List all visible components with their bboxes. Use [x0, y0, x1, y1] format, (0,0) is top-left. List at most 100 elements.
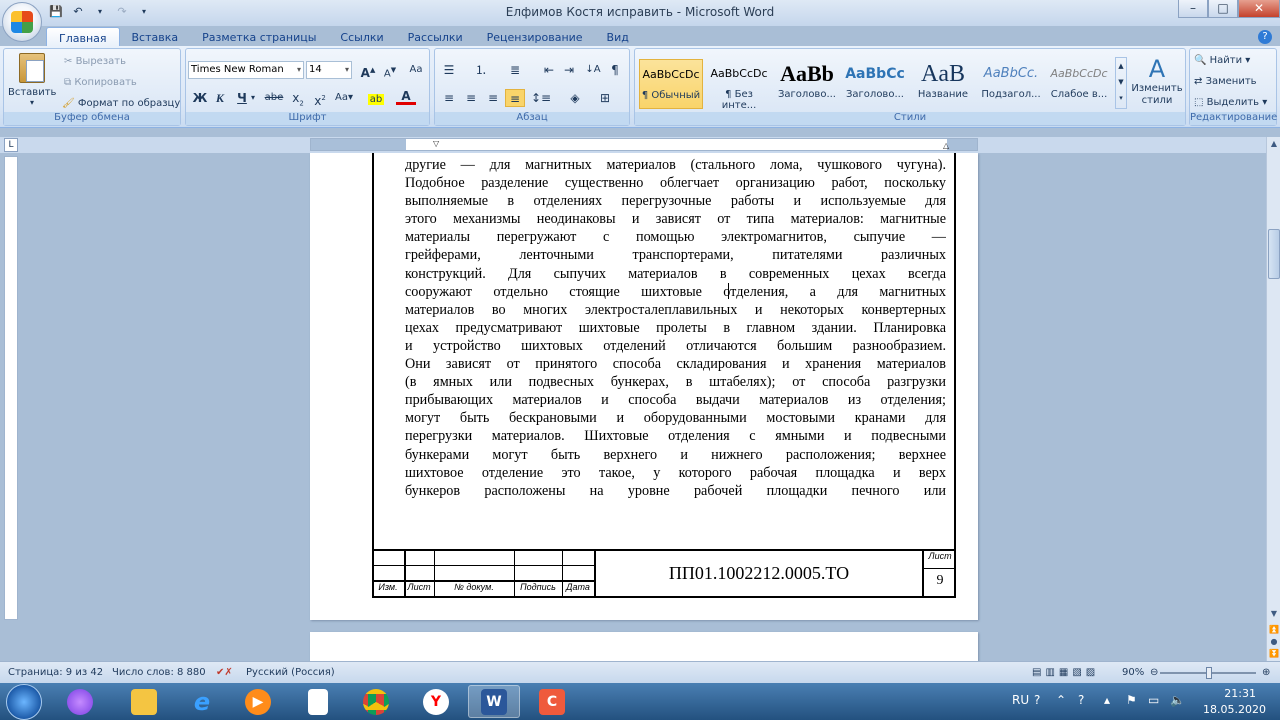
- start-button[interactable]: [6, 684, 42, 720]
- tab-selector[interactable]: L: [4, 138, 18, 152]
- text-line[interactable]: цехах предусматривают шихтовые пролеты в…: [405, 319, 946, 337]
- vertical-scrollbar[interactable]: ▲ ▼ ⏫ ● ⏬: [1266, 137, 1280, 661]
- taskbar-media-player[interactable]: ▶: [232, 685, 284, 718]
- text-line[interactable]: шихтовое отделение это такое, у которого…: [405, 464, 946, 482]
- style-heading1[interactable]: AaBb Заголово...: [775, 59, 839, 109]
- find-button[interactable]: 🔍 Найти ▾: [1194, 55, 1250, 66]
- style-title[interactable]: AaB Название: [911, 59, 975, 109]
- font-size-select[interactable]: 14 ▾: [306, 61, 352, 79]
- page-indicator[interactable]: Страница: 9 из 42: [8, 667, 103, 678]
- style-subtle-emphasis[interactable]: AaBbCcDc Слабое в...: [1047, 59, 1111, 109]
- ruler-right-indent-marker[interactable]: △: [943, 141, 949, 150]
- text-line[interactable]: бункеров расположены на уровне рабочей п…: [405, 482, 946, 500]
- tab-insert[interactable]: Вставка: [120, 27, 191, 47]
- shading-icon[interactable]: ◈: [565, 89, 585, 107]
- styles-scroll[interactable]: ▲ ▼ ▾: [1115, 57, 1127, 109]
- paste-button[interactable]: Вставить ▾: [8, 53, 56, 109]
- close-button[interactable]: ✕: [1238, 0, 1280, 18]
- scroll-down-icon[interactable]: ▼: [1267, 607, 1280, 621]
- network-icon[interactable]: ▭: [1148, 693, 1159, 707]
- style-normal[interactable]: AaBbCcDc ¶ Обычный: [639, 59, 703, 109]
- align-right-icon[interactable]: ≡: [483, 89, 503, 107]
- italic-button[interactable]: К: [210, 89, 230, 107]
- zoom-in-icon[interactable]: ⊕: [1262, 667, 1270, 678]
- taskbar-chrome[interactable]: [350, 685, 402, 718]
- tab-mailings[interactable]: Рассылки: [396, 27, 475, 47]
- taskbar-explorer[interactable]: [118, 685, 170, 718]
- document-area[interactable]: другие — для магнитных материалов (сталь…: [22, 153, 1266, 661]
- text-line[interactable]: бункерами могут быть верхнего и нижнего …: [405, 446, 946, 464]
- text-line[interactable]: могут быть бескрановыми и оборудованными…: [405, 409, 946, 427]
- text-line[interactable]: выполняемые в отделениях перегрузочные р…: [405, 192, 946, 210]
- scroll-thumb[interactable]: [1268, 229, 1280, 279]
- text-line[interactable]: (в ямных или подвесных бункерах, в штабе…: [405, 373, 946, 391]
- text-line[interactable]: материалы перегружают с помощью электром…: [405, 228, 946, 246]
- underline-dropdown-icon[interactable]: ▾: [248, 89, 258, 107]
- ruler-indent-marker[interactable]: ▽: [433, 139, 439, 148]
- next-page-icon[interactable]: ⏬: [1267, 647, 1280, 661]
- taskbar-yandex[interactable]: Y: [410, 685, 462, 718]
- highlight-icon[interactable]: ab: [366, 89, 386, 107]
- zoom-level[interactable]: 90%: [1122, 667, 1144, 678]
- numbering-icon[interactable]: ⒈: [471, 61, 491, 79]
- text-line[interactable]: сооружают отдельно стоящие шихтовые отде…: [405, 283, 946, 301]
- tray-expand-icon[interactable]: ▴: [1104, 693, 1110, 707]
- input-language[interactable]: RU: [1012, 693, 1029, 707]
- text-line[interactable]: грейферами, ленточными транспортерами, п…: [405, 246, 946, 264]
- document-page[interactable]: другие — для магнитных материалов (сталь…: [310, 153, 978, 620]
- expand-tray-icon[interactable]: ⌃: [1056, 693, 1066, 707]
- taskbar-assistant[interactable]: [54, 685, 106, 718]
- tab-home[interactable]: Главная: [46, 27, 120, 47]
- change-styles-button[interactable]: A Изменить стили: [1129, 55, 1185, 107]
- text-line[interactable]: прибывающих материалов и способа выдачи …: [405, 391, 946, 409]
- text-line[interactable]: перегрузки материалов. Шихтовые отделени…: [405, 427, 946, 445]
- zoom-slider-thumb[interactable]: [1206, 667, 1212, 679]
- tab-view[interactable]: Вид: [595, 27, 641, 47]
- font-family-select[interactable]: Times New Roman ▾: [188, 61, 304, 79]
- style-subtitle[interactable]: AaBbCc. Подзагол...: [979, 59, 1043, 109]
- text-line[interactable]: материалов во многих электросталеплавиль…: [405, 301, 946, 319]
- tab-page-layout[interactable]: Разметка страницы: [190, 27, 328, 47]
- spelling-icon[interactable]: ✔✗: [216, 667, 233, 678]
- grow-font-button[interactable]: A▲: [358, 61, 378, 80]
- taskbar-word[interactable]: W: [468, 685, 520, 718]
- zoom-out-icon[interactable]: ⊖: [1150, 667, 1158, 678]
- format-painter-button[interactable]: 🖌 Формат по образцу: [62, 98, 180, 109]
- multilevel-list-icon[interactable]: ≣: [505, 61, 525, 79]
- font-color-icon[interactable]: A: [396, 89, 416, 105]
- tab-review[interactable]: Рецензирование: [475, 27, 595, 47]
- align-left-icon[interactable]: ≡: [439, 89, 459, 107]
- text-line[interactable]: и устройство шихтовых отделений отличают…: [405, 337, 946, 355]
- replace-button[interactable]: ⇄ Заменить: [1194, 76, 1257, 87]
- view-buttons[interactable]: ▤▥▦▧▨: [1032, 667, 1099, 678]
- office-button[interactable]: [2, 2, 42, 42]
- restore-button[interactable]: □: [1208, 0, 1238, 18]
- borders-icon[interactable]: ⊞: [595, 89, 615, 107]
- text-line[interactable]: Подобное разделение существенно облегчае…: [405, 174, 946, 192]
- subscript-button[interactable]: x2: [288, 89, 308, 107]
- decrease-indent-icon[interactable]: ⇤: [539, 61, 559, 79]
- next-page[interactable]: [310, 632, 978, 661]
- body-text[interactable]: другие — для магнитных материалов (сталь…: [405, 156, 946, 500]
- language-indicator[interactable]: Русский (Россия): [246, 667, 335, 678]
- line-spacing-icon[interactable]: ↕≡: [531, 89, 551, 107]
- text-line[interactable]: этого механизмы неодинаковы и зависят от…: [405, 210, 946, 228]
- superscript-button[interactable]: x2: [310, 89, 330, 108]
- clear-formatting-button[interactable]: Aa: [406, 61, 426, 79]
- taskbar-screencast[interactable]: C: [526, 685, 578, 718]
- select-button[interactable]: ⬚ Выделить ▾: [1194, 97, 1267, 108]
- tab-references[interactable]: Ссылки: [328, 27, 395, 47]
- bold-button[interactable]: Ж: [190, 89, 210, 107]
- word-count[interactable]: Число слов: 8 880: [112, 667, 206, 678]
- change-case-button[interactable]: Aa▾: [334, 89, 354, 107]
- volume-icon[interactable]: 🔈: [1170, 693, 1185, 707]
- cut-button[interactable]: ✂ Вырезать: [64, 56, 126, 67]
- strikethrough-button[interactable]: abe: [264, 89, 284, 107]
- shrink-font-button[interactable]: A▼: [380, 61, 400, 79]
- style-no-spacing[interactable]: AaBbCcDc ¶ Без инте...: [707, 59, 771, 111]
- minimize-button[interactable]: –: [1178, 0, 1208, 18]
- increase-indent-icon[interactable]: ⇥: [559, 61, 579, 79]
- horizontal-ruler[interactable]: ▽ △: [310, 138, 978, 151]
- clock-date[interactable]: 18.05.2020: [1203, 703, 1266, 716]
- show-marks-icon[interactable]: ¶: [605, 61, 625, 79]
